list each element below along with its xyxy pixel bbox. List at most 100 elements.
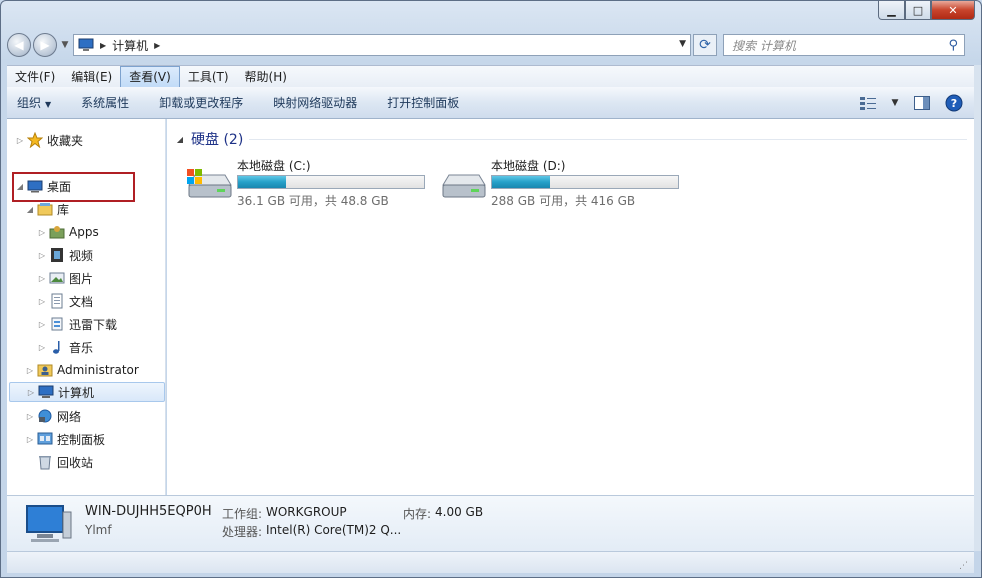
collapse-group-icon[interactable]: ◢ [175, 135, 185, 144]
drive-usage-bar [491, 175, 679, 189]
nav-item-recycle-bin[interactable]: 回收站 [35, 452, 93, 472]
back-button[interactable]: ◀ [7, 33, 31, 57]
help-icon: ? [945, 94, 963, 112]
document-icon [51, 293, 63, 309]
drive-d[interactable]: 本地磁盘 (D:) 288 GB 可用，共 416 GB [439, 155, 689, 211]
processor-value: Intel(R) Core(TM)2 Q... [266, 523, 402, 537]
drive-c[interactable]: 本地磁盘 (C:) 36.1 GB 可用，共 48.8 GB [185, 155, 435, 211]
group-header[interactable]: ◢ 硬盘 (2) [175, 129, 243, 149]
resize-grip-icon[interactable]: ⋰ [959, 561, 968, 571]
search-input[interactable]: 搜索 计算机 ⚲ [723, 34, 965, 56]
nav-label: 音乐 [69, 340, 94, 355]
nav-item-music[interactable]: ▷ 音乐 [37, 337, 93, 357]
computer-name: WIN-DUJHH5EQP0H [85, 504, 212, 519]
apps-folder-icon [49, 226, 65, 239]
change-view-button[interactable] [858, 93, 878, 113]
details-pane: WIN-DUJHH5EQP0H Ylmf 工作组: WORKGROUP 内存: … [7, 495, 974, 551]
expand-icon[interactable]: ▷ [25, 412, 35, 421]
nav-item-videos[interactable]: ▷ 视频 [37, 245, 93, 265]
nav-item-pictures[interactable]: ▷ 图片 [37, 268, 93, 288]
breadcrumb-separator-icon[interactable]: ▶ [100, 41, 106, 50]
nav-item-control-panel[interactable]: ▷ 控制面板 [25, 429, 105, 449]
memory-value: 4.00 GB [435, 505, 484, 519]
nav-item-documents[interactable]: ▷ 文档 [37, 291, 93, 311]
toolbar-right: ▼ ? [858, 93, 964, 113]
nav-item-computer[interactable]: ▷ 计算机 [9, 382, 165, 402]
recycle-bin-icon [39, 456, 51, 470]
drive-usage-fill [238, 176, 287, 188]
address-bar[interactable]: ▶ 计算机 ▶ ▼ [73, 34, 691, 56]
expand-icon[interactable]: ▷ [37, 274, 47, 283]
nav-label: 视频 [69, 248, 94, 263]
window-right-edge [974, 65, 981, 551]
breadcrumb-computer[interactable]: 计算机 [112, 37, 148, 54]
explorer-window: ▁ □ ✕ ◀ ▶ ▼ ▶ 计算机 ▶ ▼ ⟳ 搜索 计算机 ⚲ 文件(F) 编… [0, 0, 982, 578]
command-bar: 组织 ▼ 系统属性 卸载或更改程序 映射网络驱动器 打开控制面板 ▼ ? [7, 87, 974, 119]
expand-icon[interactable]: ▷ [15, 136, 25, 145]
expand-icon[interactable]: ▷ [26, 388, 36, 397]
collapse-icon[interactable]: ◢ [25, 205, 35, 214]
menu-tools[interactable]: 工具(T) [180, 66, 237, 88]
expand-icon[interactable]: ▷ [37, 297, 47, 306]
computer-owner: Ylmf [85, 523, 112, 537]
nav-item-favorites[interactable]: ▷ 收藏夹 [15, 130, 83, 150]
computer-icon [38, 385, 54, 398]
nav-label: Administrator [57, 363, 139, 377]
user-folder-icon [37, 364, 53, 377]
control-panel-icon [37, 432, 53, 445]
memory-label: 内存: [403, 507, 432, 521]
breadcrumb-separator-icon[interactable]: ▶ [154, 41, 160, 50]
address-dropdown-icon[interactable]: ▼ [679, 39, 686, 49]
system-properties-button[interactable]: 系统属性 [81, 94, 129, 111]
address-row: ◀ ▶ ▼ ▶ 计算机 ▶ ▼ ⟳ 搜索 计算机 ⚲ [7, 31, 977, 59]
recent-pages-dropdown[interactable]: ▼ [59, 40, 71, 50]
expand-icon[interactable]: ▷ [37, 251, 47, 260]
maximize-button[interactable]: □ [905, 1, 931, 20]
library-icon [37, 203, 53, 216]
organize-button[interactable]: 组织 ▼ [17, 94, 51, 111]
svg-text:?: ? [951, 97, 957, 110]
preview-pane-button[interactable] [912, 93, 932, 113]
refresh-icon: ⟳ [699, 37, 711, 53]
view-dropdown-button[interactable]: ▼ [890, 93, 900, 113]
menu-file[interactable]: 文件(F) [7, 66, 63, 88]
expand-icon[interactable]: ▷ [37, 343, 47, 352]
video-icon [51, 248, 63, 262]
nav-item-libraries[interactable]: ◢ 库 [25, 199, 69, 219]
nav-label: 网络 [57, 409, 82, 424]
nav-item-apps[interactable]: ▷ Apps [37, 222, 99, 242]
search-icon[interactable]: ⚲ [948, 38, 958, 53]
help-button[interactable]: ? [944, 93, 964, 113]
nav-item-thunder-downloads[interactable]: ▷ 迅雷下载 [37, 314, 117, 334]
expand-icon[interactable]: ▷ [37, 228, 47, 237]
minimize-button[interactable]: ▁ [878, 1, 905, 20]
forward-arrow-icon: ▶ [40, 38, 50, 52]
chevron-down-icon: ▼ [45, 100, 52, 109]
drive-usage-fill [492, 176, 550, 188]
nav-item-network[interactable]: ▷ 网络 [25, 406, 81, 426]
open-control-panel-button[interactable]: 打开控制面板 [387, 94, 459, 111]
refresh-button[interactable]: ⟳ [693, 34, 717, 56]
workgroup-label: 工作组: [222, 507, 263, 521]
processor-label: 处理器: [222, 525, 263, 539]
menu-view[interactable]: 查看(V) [120, 65, 180, 88]
uninstall-program-button[interactable]: 卸载或更改程序 [159, 94, 243, 111]
nav-item-administrator[interactable]: ▷ Administrator [25, 360, 139, 380]
download-folder-icon [51, 317, 63, 331]
map-network-drive-button[interactable]: 映射网络驱动器 [273, 94, 357, 111]
forward-button[interactable]: ▶ [33, 33, 57, 57]
expand-icon[interactable]: ▷ [25, 366, 35, 375]
close-button[interactable]: ✕ [931, 1, 975, 20]
group-header-label: 硬盘 (2) [191, 132, 244, 148]
drive-space-info: 36.1 GB 可用，共 48.8 GB [237, 194, 389, 208]
system-drive-icon [187, 169, 232, 198]
drive-usage-bar [237, 175, 425, 189]
desktop-selection-highlight [12, 172, 135, 202]
expand-icon[interactable]: ▷ [25, 435, 35, 444]
menu-help[interactable]: 帮助(H) [237, 66, 295, 88]
expand-icon[interactable]: ▷ [37, 320, 47, 329]
network-icon [38, 409, 52, 423]
menu-edit[interactable]: 编辑(E) [63, 66, 120, 88]
view-icon [860, 97, 876, 110]
nav-label: 图片 [69, 271, 94, 286]
